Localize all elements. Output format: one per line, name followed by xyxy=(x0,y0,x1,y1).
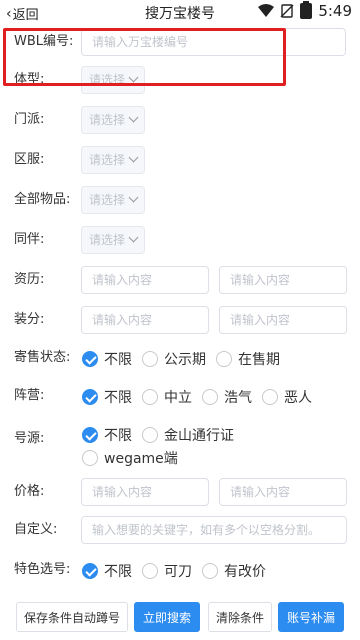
battery-icon xyxy=(300,1,313,19)
radio-circle-icon xyxy=(142,563,158,579)
special-label: 特色选号: xyxy=(14,562,71,577)
items-label: 全部物品: xyxy=(14,192,71,207)
account-source-option-wegame[interactable]: wegame端 xyxy=(82,448,178,468)
option-label: 金山通行证 xyxy=(164,428,234,444)
option-label: 恶人 xyxy=(284,390,312,406)
chevron-down-icon xyxy=(128,152,139,163)
save-auto-watch-button[interactable]: 保存条件自动蹲号 xyxy=(16,602,128,632)
server-select[interactable]: 请选择 xyxy=(81,146,145,174)
option-label: 不限 xyxy=(104,352,132,368)
camp-label: 阵营: xyxy=(14,388,45,403)
gear-score-max-input[interactable]: 请输入内容 xyxy=(219,306,347,334)
custom-label: 自定义: xyxy=(14,522,58,537)
school-select[interactable]: 请选择 xyxy=(81,106,145,134)
wifi-icon xyxy=(258,4,275,17)
body-type-select-value: 请选择 xyxy=(89,73,126,87)
option-label: 不限 xyxy=(104,564,132,580)
action-bar: 保存条件自动蹲号 立即搜索 清除条件 账号补漏 xyxy=(0,602,360,634)
sale-status-label: 寄售状态: xyxy=(14,350,71,365)
companion-select[interactable]: 请选择 xyxy=(81,226,145,254)
special-radio-group: 不限 可刀 有改价 xyxy=(82,561,276,581)
option-label: 中立 xyxy=(164,390,192,406)
option-label: 有改价 xyxy=(224,564,266,580)
price-min-input[interactable]: 请输入内容 xyxy=(81,478,209,506)
checked-circle-icon xyxy=(82,351,98,367)
option-label: 不限 xyxy=(104,390,132,406)
option-label: 浩气 xyxy=(224,390,252,406)
camp-option-eren[interactable]: 恶人 xyxy=(262,387,312,407)
option-label: wegame端 xyxy=(104,451,178,467)
camp-option-neutral[interactable]: 中立 xyxy=(142,387,192,407)
special-option-price-changed[interactable]: 有改价 xyxy=(202,561,266,581)
radio-circle-icon xyxy=(202,389,218,405)
school-select-value: 请选择 xyxy=(89,113,126,127)
custom-keyword-input[interactable]: 输入想要的关键字，如有多个以空格分割。 xyxy=(81,516,347,544)
sale-status-option-onsale[interactable]: 在售期 xyxy=(216,349,280,369)
price-max-input[interactable]: 请输入内容 xyxy=(219,478,347,506)
radio-circle-icon xyxy=(142,427,158,443)
school-label: 门派: xyxy=(14,112,45,127)
radio-circle-icon xyxy=(202,563,218,579)
camp-radio-group: 不限 中立 浩气 恶人 xyxy=(82,387,322,407)
companion-select-value: 请选择 xyxy=(89,233,126,247)
sale-status-radio-group: 不限 公示期 在售期 xyxy=(82,349,290,369)
checked-circle-icon xyxy=(82,427,98,443)
account-source-option-any[interactable]: 不限 xyxy=(82,425,132,445)
clock: 5:49 xyxy=(318,2,352,20)
companion-label: 同伴: xyxy=(14,232,45,247)
account-source-label: 号源: xyxy=(14,431,45,446)
option-label: 不限 xyxy=(104,428,132,444)
radio-circle-icon xyxy=(142,351,158,367)
account-source-option-kingsoft[interactable]: 金山通行证 xyxy=(142,425,234,445)
camp-option-any[interactable]: 不限 xyxy=(82,387,132,407)
special-option-knife[interactable]: 可刀 xyxy=(142,561,192,581)
items-select-value: 请选择 xyxy=(89,193,126,207)
radio-circle-icon xyxy=(142,389,158,405)
qualification-label: 资历: xyxy=(14,272,45,287)
chevron-down-icon xyxy=(128,112,139,123)
radio-circle-icon xyxy=(216,351,232,367)
radio-circle-icon xyxy=(82,450,98,466)
chevron-down-icon xyxy=(128,232,139,243)
price-label: 价格: xyxy=(14,484,45,499)
server-select-value: 请选择 xyxy=(89,153,126,167)
checked-circle-icon xyxy=(82,563,98,579)
qualification-min-input[interactable]: 请输入内容 xyxy=(81,266,209,294)
gear-score-label: 装分: xyxy=(14,312,45,327)
account-source-radio-group-2: wegame端 xyxy=(82,448,188,468)
system-status: 5:49 xyxy=(258,1,352,20)
camp-option-haoqi[interactable]: 浩气 xyxy=(202,387,252,407)
chevron-down-icon xyxy=(128,72,139,83)
items-select[interactable]: 请选择 xyxy=(81,186,145,214)
option-label: 在售期 xyxy=(238,352,280,368)
wbl-input[interactable]: 请输入万宝楼编号 xyxy=(81,28,346,56)
clear-filters-button[interactable]: 清除条件 xyxy=(208,602,272,632)
chevron-down-icon xyxy=(128,192,139,203)
body-type-label: 体型: xyxy=(14,72,45,87)
account-supplement-button[interactable]: 账号补漏 xyxy=(278,602,344,632)
qualification-max-input[interactable]: 请输入内容 xyxy=(219,266,347,294)
server-label: 区服: xyxy=(14,152,45,167)
option-label: 公示期 xyxy=(164,352,206,368)
sale-status-option-publicity[interactable]: 公示期 xyxy=(142,349,206,369)
no-sim-icon xyxy=(280,4,294,18)
special-option-any[interactable]: 不限 xyxy=(82,561,132,581)
status-bar: ‹ 返回 搜万宝楼号 5:49 xyxy=(0,0,360,26)
wbl-label: WBL编号: xyxy=(14,34,74,49)
checked-circle-icon xyxy=(82,389,98,405)
body-type-select[interactable]: 请选择 xyxy=(81,66,145,94)
radio-circle-icon xyxy=(262,389,278,405)
option-label: 可刀 xyxy=(164,564,192,580)
sale-status-option-any[interactable]: 不限 xyxy=(82,349,132,369)
account-source-radio-group: 不限 金山通行证 xyxy=(82,425,244,445)
search-now-button[interactable]: 立即搜索 xyxy=(134,602,200,632)
gear-score-min-input[interactable]: 请输入内容 xyxy=(81,306,209,334)
